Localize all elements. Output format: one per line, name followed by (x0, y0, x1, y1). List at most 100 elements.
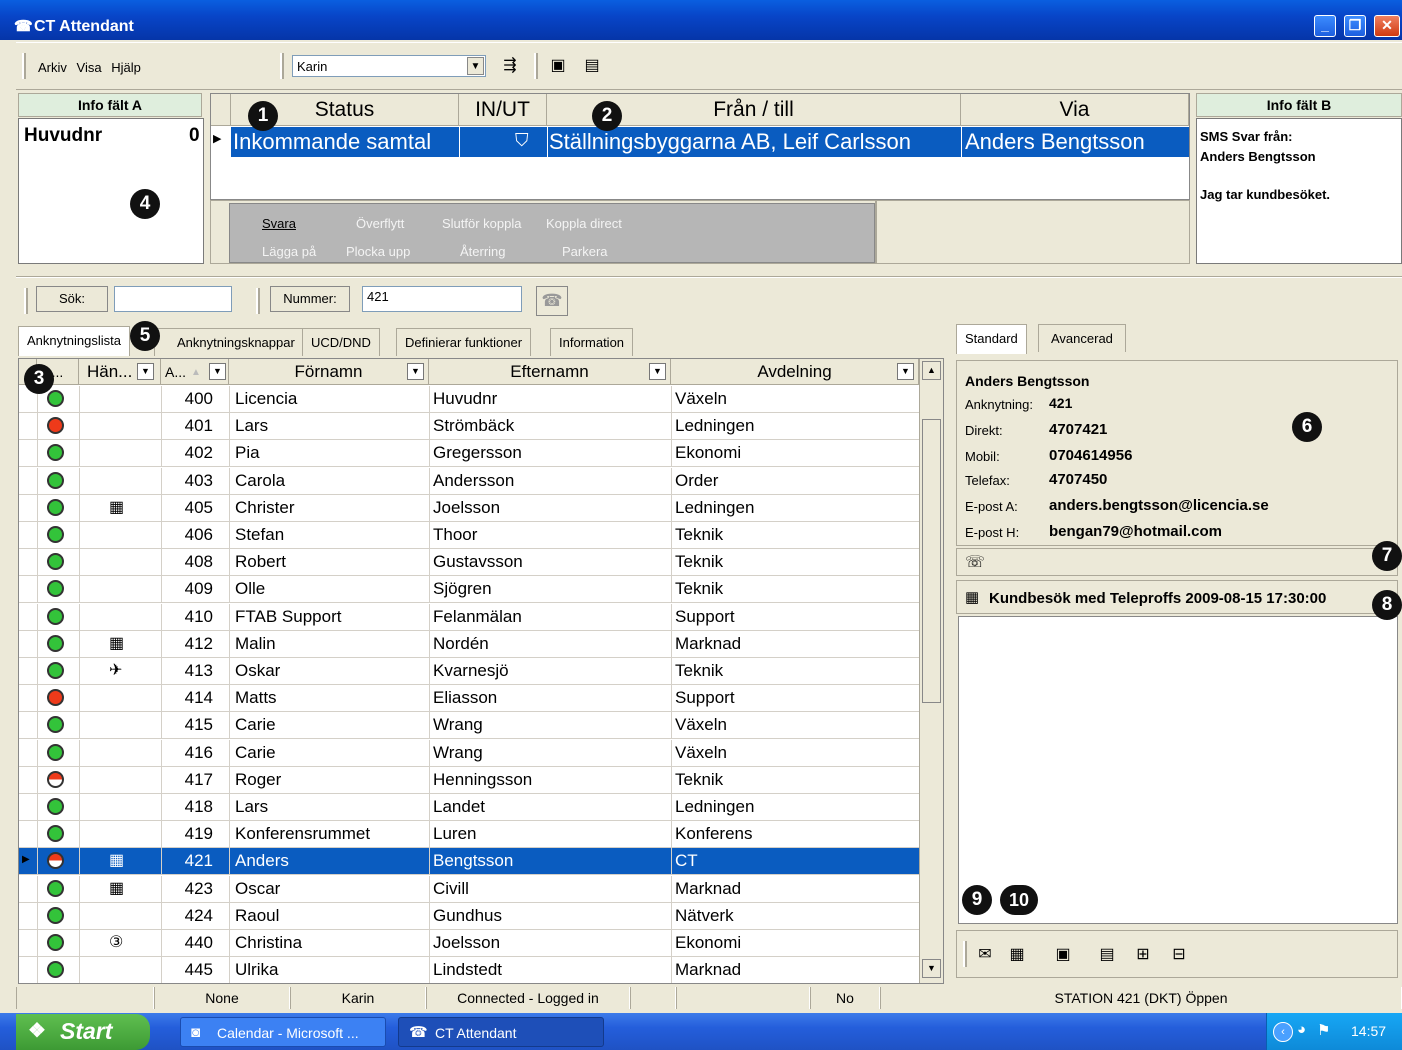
save-icon[interactable]: ▣ (1053, 945, 1073, 965)
table-row[interactable]: ▦ 412 Malin Nordén Marknad (19, 630, 919, 658)
call-grid-corner (211, 94, 231, 126)
tab-anknytningslista[interactable]: Anknytningslista (18, 326, 130, 356)
complete-connect-button[interactable]: Slutför koppla (442, 216, 522, 231)
tray-expand-icon[interactable]: ‹ (1273, 1022, 1293, 1042)
filter-dropdown-icon[interactable]: ▼ (407, 363, 424, 380)
table-row[interactable]: 409 Olle Sjögren Teknik (19, 576, 919, 604)
table-row[interactable]: 424 Raoul Gundhus Nätverk (19, 902, 919, 930)
table-row[interactable]: 410 FTAB Support Felanmälan Support (19, 603, 919, 631)
scroll-down-button[interactable]: ▼ (922, 959, 941, 978)
transfer-icon[interactable]: ⇶ (500, 56, 520, 76)
notes-icon[interactable]: ▤ (582, 56, 602, 76)
table-row[interactable]: ③ 440 Christina Joelsson Ekonomi (19, 930, 919, 957)
filter-dropdown-icon[interactable]: ▼ (137, 363, 154, 380)
add-note-icon[interactable]: ⊞ (1133, 945, 1153, 965)
table-row[interactable]: 417 Roger Henningsson Teknik (19, 766, 919, 794)
scroll-thumb[interactable] (922, 419, 941, 703)
vertical-scrollbar[interactable]: ▲ ▼ (919, 359, 943, 983)
menu-visa[interactable]: Visa (77, 60, 102, 75)
restore-button[interactable]: ❐ (1344, 15, 1366, 37)
taskbar-ct-attendant[interactable]: ☎ CT Attendant (398, 1017, 604, 1047)
scroll-up-button[interactable]: ▲ (922, 361, 941, 380)
transfer-button[interactable]: Överflytt (356, 216, 404, 231)
table-row[interactable]: 445 Ulrika Lindstedt Marknad (19, 957, 919, 983)
first-name-cell: Roger (235, 769, 282, 789)
filter-dropdown-icon[interactable]: ▼ (897, 363, 914, 380)
call-back-button[interactable]: Återring (460, 244, 506, 259)
department-cell: Nätverk (675, 905, 734, 925)
table-row[interactable]: 401 Lars Strömbäck Ledningen (19, 413, 919, 441)
table-row[interactable]: 415 Carie Wrang Växeln (19, 712, 919, 740)
notes-area[interactable] (958, 616, 1398, 924)
user-combo[interactable]: Karin ▼ (292, 55, 486, 77)
presence-status-icon (47, 852, 64, 870)
table-row[interactable]: 419 Konferensrummet Luren Konferens (19, 821, 919, 849)
search-button[interactable]: Sök: (36, 286, 108, 312)
menu-hjalp[interactable]: Hjälp (111, 60, 141, 75)
table-row[interactable]: ✈ 413 Oskar Kvarnesjö Teknik (19, 658, 919, 685)
answer-button[interactable]: Svara (262, 216, 296, 231)
dial-phone-icon[interactable]: ☎ (536, 286, 568, 316)
last-name-cell: Andersson (433, 470, 515, 490)
col-event-header[interactable]: Hän... ▼ (79, 359, 161, 385)
pick-up-button[interactable]: Plocka upp (346, 244, 410, 259)
table-row[interactable]: 406 Stefan Thoor Teknik (19, 522, 919, 549)
table-row[interactable]: 408 Robert Gustavsson Teknik (19, 549, 919, 577)
tab-anknytningsknappar[interactable]: Anknytningsknappar (154, 328, 304, 356)
filter-dropdown-icon[interactable]: ▼ (649, 363, 666, 380)
tab-avancerad[interactable]: Avancerad (1038, 324, 1126, 352)
calendar-icon[interactable]: ▦ (1007, 945, 1027, 965)
connect-direct-button[interactable]: Koppla direct (546, 216, 622, 231)
ext-cell: 402 (184, 443, 213, 463)
col-dept-header[interactable]: Avdelning ▼ (671, 359, 919, 385)
table-row[interactable]: 416 Carie Wrang Växeln (19, 739, 919, 767)
taskbar-calendar[interactable]: ◙ Calendar - Microsoft ... (180, 1017, 386, 1047)
grid-body: 400 Licencia Huvudnr Växeln 401 Lars Strömbäck… (19, 386, 919, 983)
col-via[interactable]: Via (961, 94, 1189, 126)
col-ext-header[interactable]: A... ▲ ▼ (161, 359, 229, 385)
call-row[interactable]: Inkommande samtal ⛉ Ställningsbyggarna A… (231, 127, 1189, 157)
close-button[interactable]: ✕ (1374, 15, 1400, 37)
table-row[interactable]: ▶ ▦ 421 Anders Bengtsson CT (19, 848, 919, 876)
number-input[interactable]: 421 (362, 286, 522, 312)
table-row[interactable]: 403 Carola Andersson Order (19, 467, 919, 495)
table-row[interactable]: 418 Lars Landet Ledningen (19, 794, 919, 821)
filter-dropdown-icon[interactable]: ▼ (209, 363, 226, 380)
calendar-day-icon: ③ (109, 934, 124, 951)
chevron-down-icon[interactable]: ▼ (467, 57, 484, 75)
menu-arkiv[interactable]: Arkiv (38, 60, 67, 75)
phone-status-icon[interactable]: ☏ (965, 552, 985, 572)
minimize-button[interactable]: _ (1314, 15, 1336, 37)
save-icon[interactable]: ▣ (548, 56, 568, 76)
start-button[interactable]: ❖ Start (16, 1014, 150, 1050)
remove-note-icon[interactable]: ⊟ (1169, 945, 1189, 965)
park-button[interactable]: Parkera (562, 244, 608, 259)
incoming-arrow-icon: ⛉ (515, 130, 529, 150)
col-last-header[interactable]: Efternamn ▼ (429, 359, 671, 385)
ext-value: 421 (1049, 395, 1073, 411)
email-h-label: E-post H: (965, 525, 1020, 540)
windows-logo-icon: ❖ (28, 1020, 46, 1042)
table-row[interactable]: 402 Pia Gregersson Ekonomi (19, 440, 919, 468)
app-icon: ☎ (409, 1024, 428, 1041)
callout-badge: 2 (592, 101, 622, 131)
flag-icon[interactable]: ⚑ (1317, 1021, 1330, 1039)
notes-icon[interactable]: ▤ (1097, 945, 1117, 965)
table-row[interactable]: ▦ 423 Oscar Civill Marknad (19, 875, 919, 903)
table-row[interactable]: 414 Matts Eliasson Support (19, 685, 919, 713)
search-input[interactable] (114, 286, 232, 312)
col-inout[interactable]: IN/UT (459, 94, 547, 126)
tab-standard[interactable]: Standard (956, 324, 1027, 354)
network-icon[interactable]: ◕ (1297, 1021, 1306, 1038)
info-b-line1: SMS Svar från: (1200, 129, 1293, 144)
tab-information[interactable]: Information (550, 328, 634, 356)
col-first-header[interactable]: Förnamn ▼ (229, 359, 429, 385)
table-row[interactable]: 400 Licencia Huvudnr Växeln (19, 386, 919, 413)
message-icon[interactable]: ✉ (975, 945, 995, 965)
tab-definierar-funktioner[interactable]: Definierar funktioner (396, 328, 532, 356)
table-row[interactable]: ▦ 405 Christer Joelsson Ledningen (19, 494, 919, 522)
hang-up-button[interactable]: Lägga på (262, 244, 316, 259)
last-name-cell: Luren (433, 824, 477, 844)
presence-status-icon (47, 471, 64, 489)
tab-ucd-dnd[interactable]: UCD/DND (302, 328, 380, 356)
